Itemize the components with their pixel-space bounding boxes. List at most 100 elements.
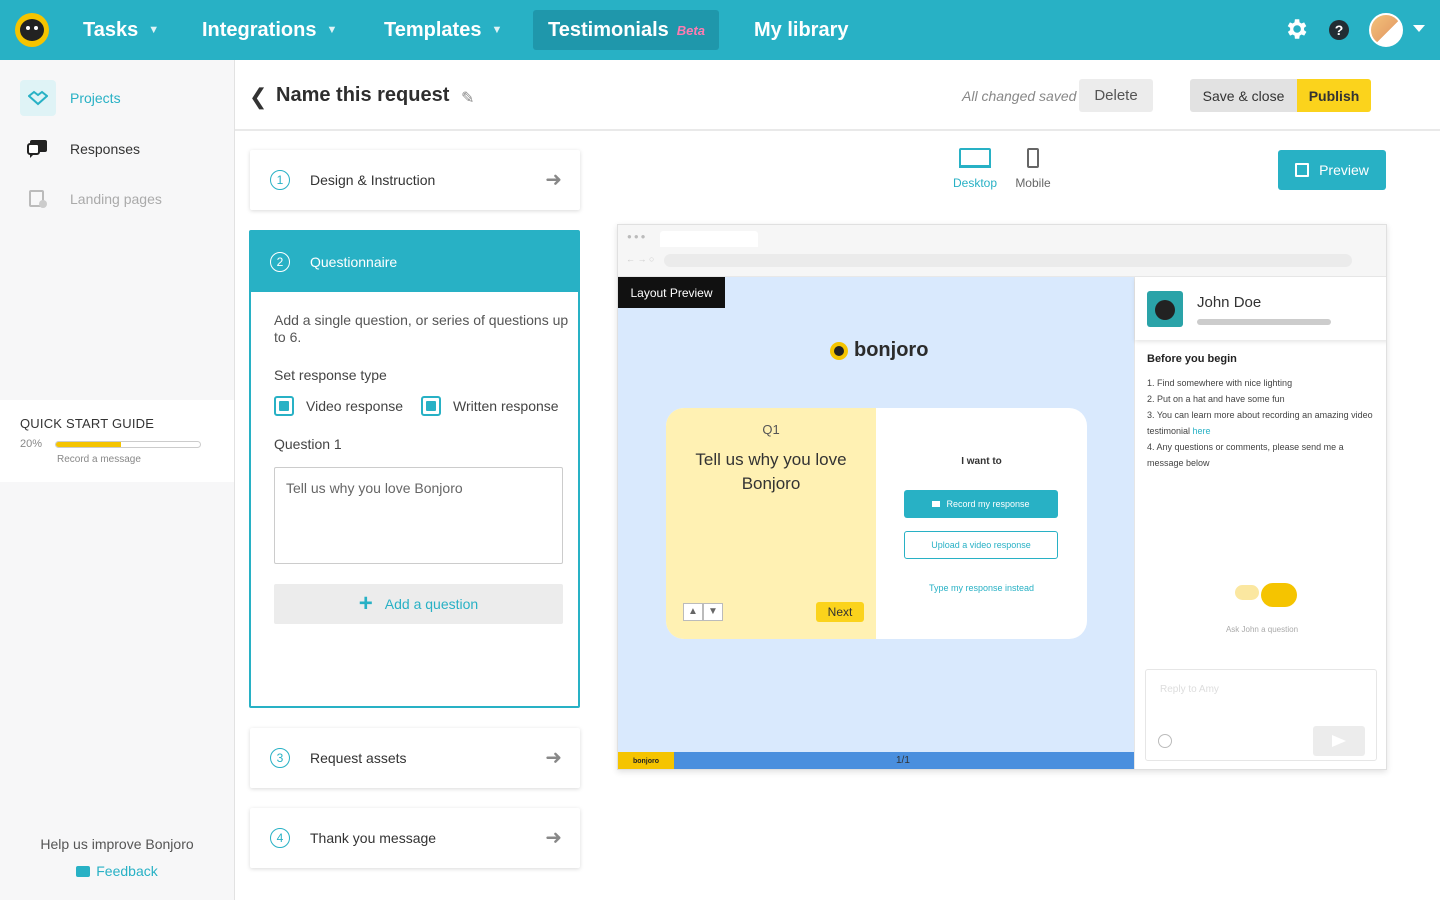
sidebar-item-projects[interactable]: Projects [20,80,121,116]
step-number: 1 [270,170,290,190]
step-number: 4 [270,828,290,848]
question-card: Q1 Tell us why you love Bonjoro ▲ ▼ Next… [666,408,1087,639]
quick-start-guide[interactable]: QUICK START GUIDE 20% Record a message [0,400,234,482]
quick-start-next-step: Record a message [57,454,141,465]
step-thank-you-message[interactable]: 4 Thank you message ➜ [250,808,580,868]
window-dots-icon: ●●● [627,232,648,241]
page-title[interactable]: Name this request [276,84,449,107]
chat-icon [20,131,56,167]
nav-testimonials[interactable]: Testimonials Beta [548,0,705,60]
request-header: ❮ Name this request ✎ All changed saved … [235,60,1440,131]
quick-start-percent: 20% [20,438,43,450]
beta-badge: Beta [676,22,705,38]
before-you-begin-title: Before you begin [1147,353,1237,365]
question-1-input[interactable]: Tell us why you love Bonjoro [274,467,563,564]
chat-header: John Doe [1135,277,1386,340]
video-response-checkbox[interactable]: Video response [274,396,403,416]
help-improve-text: Help us improve Bonjoro [40,836,194,852]
browser-chrome: ●●● ← → ○ [618,225,1386,277]
page-icon [20,181,56,217]
arrow-right-icon: ➜ [545,747,562,769]
browser-nav-icons: ← → ○ [626,254,655,264]
bonjoro-brand: bonjoro [830,339,928,362]
tip-link[interactable]: here [1193,426,1211,436]
tips-list: 1. Find somewhere with nice lighting 2. … [1147,375,1377,471]
response-type-label: Set response type [274,367,387,383]
tip-item: 4. Any questions or comments, please sen… [1147,442,1344,468]
step-questionnaire: 2 Questionnaire Add a single question, o… [249,230,580,708]
nav-integrations[interactable]: Integrations ▼ [202,0,337,60]
chevron-down-icon[interactable]: ▼ [703,603,723,621]
quick-start-title: QUICK START GUIDE [20,416,155,431]
record-response-button[interactable]: Record my response [904,490,1058,518]
sidebar-item-landing-pages[interactable]: Landing pages [20,181,162,217]
chevron-down-icon[interactable] [1413,25,1425,32]
reply-box[interactable]: Reply to Amy [1145,669,1377,761]
camera-icon [932,501,941,507]
checkbox-checked-icon [274,396,294,416]
add-question-button[interactable]: + Add a question [274,584,563,624]
written-response-checkbox[interactable]: Written response [421,396,559,416]
feedback-link[interactable]: Feedback [0,863,234,879]
mobile-toggle[interactable]: Mobile [1010,148,1056,190]
page-indicator: 1/1 [896,755,910,766]
question-nav: ▲ ▼ [683,603,723,621]
phone-icon [1027,148,1039,168]
edit-icon[interactable]: ✎ [461,88,474,108]
chevron-down-icon: ▼ [148,24,160,36]
external-link-icon [1295,163,1310,177]
agent-avatar [1147,291,1183,327]
chat-panel: John Doe Before you begin 1. Find somewh… [1134,277,1386,769]
question-text: Tell us why you love Bonjoro [695,450,847,493]
layout-preview-badge: Layout Preview [618,277,725,308]
chevron-down-icon: ▼ [326,24,338,36]
save-close-button[interactable]: Save & close [1190,79,1297,112]
handshake-icon [20,80,56,116]
step-label: Request assets [310,750,407,766]
desktop-toggle[interactable]: Desktop [950,148,1000,190]
browser-tab [660,231,758,247]
next-button[interactable]: Next [816,602,864,622]
step-label: Design & Instruction [310,172,436,188]
save-status: All changed saved [962,88,1077,104]
step-number: 3 [270,748,290,768]
step-questionnaire-header[interactable]: 2 Questionnaire [251,232,578,292]
arrow-right-icon: ➜ [545,827,562,849]
bonjoro-logo-icon[interactable] [15,13,49,47]
delete-button[interactable]: Delete [1079,79,1153,112]
step-design-instruction[interactable]: 1 Design & Instruction ➜ [250,150,580,210]
type-response-link[interactable]: Type my response instead [876,583,1087,593]
i-want-to-label: I want to [961,456,1002,467]
preview-button[interactable]: Preview [1278,150,1386,190]
question-1-label: Question 1 [274,436,342,452]
landing-canvas: Layout Preview bonjoro Q1 Tell us why yo… [618,277,1134,769]
tip-item: 2. Put on a hat and have some fun [1147,394,1285,404]
emoji-icon[interactable] [1158,734,1172,748]
plus-icon: + [358,590,373,617]
step-label: Questionnaire [310,254,398,270]
chevron-up-icon[interactable]: ▲ [683,603,703,621]
gear-icon[interactable] [1283,16,1309,42]
question-number: Q1 [762,422,780,437]
chat-agent-name: John Doe [1197,294,1262,311]
browser-preview: ●●● ← → ○ Layout Preview bonjoro Q1 Tell… [617,224,1387,770]
browser-url-bar [664,254,1352,267]
send-button[interactable] [1313,726,1365,756]
question-panel: Q1 Tell us why you love Bonjoro ▲ ▼ Next [666,408,876,639]
speech-bubbles-icon [1235,583,1299,613]
publish-button[interactable]: Publish [1297,79,1371,112]
sidebar-item-responses[interactable]: Responses [20,131,140,167]
reply-input[interactable]: Reply to Amy [1160,684,1219,695]
user-avatar[interactable] [1369,13,1403,47]
step-request-assets[interactable]: 3 Request assets ➜ [250,728,580,788]
bonjoro-logo-icon [830,341,848,360]
nav-my-library[interactable]: My library [754,0,848,60]
help-icon[interactable]: ? [1329,20,1349,40]
quick-start-progress-bar [55,441,201,448]
nav-templates[interactable]: Templates ▼ [384,0,502,60]
preview-footer: bonjoro 1/1 [618,752,1134,769]
nav-tasks[interactable]: Tasks ▼ [83,0,159,60]
step-label: Thank you message [310,830,437,846]
back-arrow-icon[interactable]: ❮ [249,84,267,110]
upload-video-button[interactable]: Upload a video response [904,531,1058,559]
